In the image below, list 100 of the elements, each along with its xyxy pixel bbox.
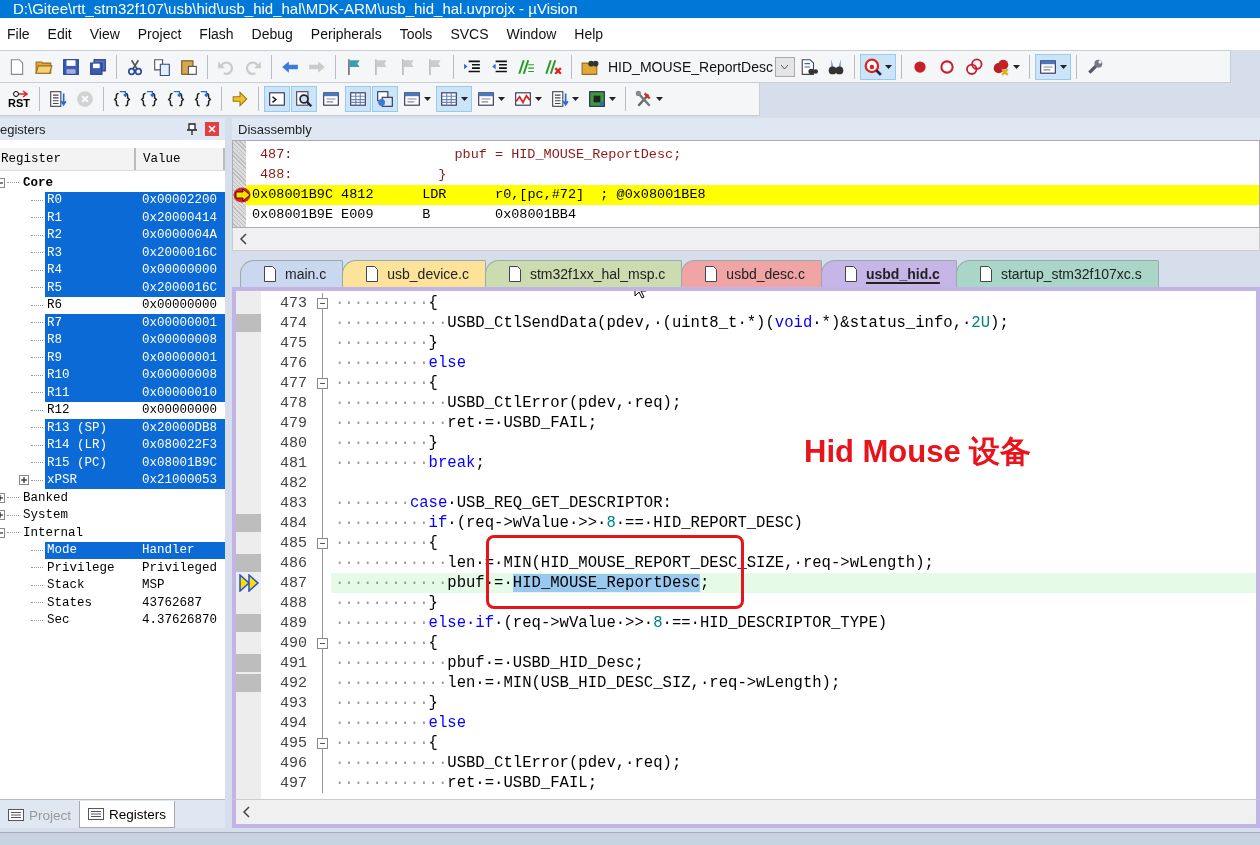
windows-button[interactable]	[372, 86, 398, 112]
file-tab[interactable]: startup_stm32f107xc.s	[955, 260, 1159, 287]
tree-row[interactable]: R7 0x00000001	[45, 314, 225, 332]
register-value: 0x00000000	[142, 263, 217, 278]
line-number: 492	[279, 674, 308, 692]
magnifier-button[interactable]	[291, 86, 317, 112]
caret-icon[interactable]	[424, 97, 431, 101]
register-value: Privileged	[142, 560, 217, 575]
tree-row[interactable]: Privilege Privileged	[45, 559, 225, 577]
register-value: 0x00000000	[142, 298, 217, 313]
tree-row[interactable]: R12 0x00000000	[45, 401, 225, 419]
menu-item[interactable]: Help	[565, 26, 613, 42]
file-tab[interactable]: usbd_desc.c	[681, 260, 822, 287]
tree-row[interactable]: R3 0x2000016C	[45, 244, 225, 262]
braces-icon	[113, 90, 131, 108]
code-line: ··········}	[334, 693, 438, 713]
register-value: 0x2000016C	[142, 245, 217, 260]
menu-item[interactable]: Project	[128, 26, 191, 42]
pin-icon[interactable]	[187, 123, 197, 135]
tree-row[interactable]: R6 0x00000000	[45, 296, 225, 314]
register-name: R8	[46, 333, 63, 348]
menu-item[interactable]: File	[0, 26, 39, 42]
caret-icon[interactable]	[1012, 64, 1020, 69]
line-number: 494	[279, 714, 308, 732]
collapse-icon[interactable]	[316, 637, 328, 649]
tree-row[interactable]: R1 0x20000414	[45, 209, 225, 227]
hammer-wrench-icon	[635, 90, 653, 108]
caret-icon[interactable]	[884, 64, 892, 69]
terminal-button[interactable]	[264, 86, 290, 112]
caret-icon[interactable]	[572, 97, 579, 101]
assembly-line: 0x08001B9E E009 B 0x08001BB4	[251, 206, 578, 224]
register-name: R15 (PC)	[46, 455, 108, 470]
register-name: R0	[46, 193, 63, 208]
tree-row[interactable]: Banked	[21, 489, 225, 507]
menu-item[interactable]: Flash	[190, 26, 243, 42]
file-tab[interactable]: main.c	[240, 260, 344, 287]
tree-row[interactable]: Sec 4.37626870	[45, 611, 225, 629]
menu-item[interactable]: Debug	[242, 26, 302, 42]
line-number: 483	[279, 494, 308, 512]
caret-icon[interactable]	[656, 97, 663, 101]
register-name: R5	[46, 280, 63, 295]
window-button[interactable]	[1034, 53, 1071, 80]
menu-item[interactable]: Tools	[390, 26, 442, 42]
scroll-left-icon[interactable]	[242, 806, 250, 818]
tree-row[interactable]: Mode Handler	[45, 541, 225, 559]
collapse-icon[interactable]	[316, 297, 328, 309]
code-line: ············USBD_CtlError(pdev,·req);	[334, 753, 682, 773]
collapse-icon[interactable]	[316, 737, 328, 749]
file-tab[interactable]: usb_device.c	[342, 260, 486, 287]
caret-icon[interactable]	[1059, 64, 1067, 69]
comment-icon	[517, 57, 535, 76]
line-number: 493	[279, 694, 308, 712]
file-tab[interactable]: usbd_hid.c	[820, 260, 957, 287]
collapse-icon[interactable]	[316, 537, 328, 549]
code-line: ············USBD_CtlError(pdev,·req);	[334, 393, 682, 413]
file-tab[interactable]: stm32f1xx_hal_msp.c	[484, 260, 683, 287]
register-name: Privilege	[46, 560, 116, 575]
close-button[interactable]	[205, 122, 219, 136]
menu-item[interactable]: Edit	[38, 26, 81, 42]
tree-row[interactable]: Core	[21, 174, 225, 192]
tree-row[interactable]: R0 0x00002200	[45, 191, 225, 209]
wave-icon	[514, 90, 532, 108]
debug-magnifier-button[interactable]	[859, 53, 896, 80]
line-number: 482	[279, 474, 308, 492]
tree-row[interactable]: Stack MSP	[45, 576, 225, 594]
window-icon	[477, 90, 495, 108]
caret-icon[interactable]	[609, 97, 616, 101]
grid-button[interactable]	[436, 86, 472, 112]
line-number: 479	[279, 414, 308, 432]
menu-item[interactable]: Window	[497, 26, 566, 42]
collapse-icon[interactable]	[316, 377, 328, 389]
caret-icon[interactable]	[461, 97, 468, 101]
reset-button[interactable]: RST	[4, 86, 34, 112]
caret-icon[interactable]	[535, 97, 542, 101]
expand-icon[interactable]	[19, 475, 29, 486]
tree-row[interactable]: Internal	[21, 524, 225, 542]
column-header[interactable]: Register	[0, 148, 136, 170]
code-line: ············ret·=·USBD_FAIL;	[334, 413, 598, 433]
caret-icon[interactable]	[498, 97, 505, 101]
panel-tab[interactable]: Registers	[79, 801, 176, 828]
floppies-icon	[89, 57, 107, 76]
menu-item[interactable]: View	[80, 26, 129, 42]
tree-row[interactable]: R15 (PC) 0x08001B9C	[45, 454, 225, 472]
tree-row[interactable]: System	[21, 506, 225, 524]
tree-row[interactable]: R5 0x2000016C	[45, 279, 225, 297]
line-number: 489	[279, 614, 308, 632]
symbol-field[interactable]: HID_MOUSE_ReportDesc	[608, 58, 773, 75]
grid-button[interactable]	[345, 86, 371, 112]
menu-item[interactable]: SVCS	[441, 26, 498, 42]
column-header[interactable]: Value	[136, 148, 225, 170]
scroll-left-icon[interactable]	[239, 233, 247, 245]
menu-item[interactable]: Peripherals	[301, 26, 391, 42]
grid-icon	[440, 90, 458, 108]
register-name: R2	[46, 228, 63, 243]
tree-row[interactable]: R13 (SP) 0x20000DB8	[45, 419, 225, 437]
grid-icon	[349, 90, 367, 108]
tree-row[interactable]: States 43762687	[45, 594, 225, 612]
tree-row[interactable]: R11 0x00000010	[45, 384, 225, 402]
document-icon	[365, 266, 380, 282]
tree-row[interactable]: R9 0x00000001	[45, 349, 225, 367]
